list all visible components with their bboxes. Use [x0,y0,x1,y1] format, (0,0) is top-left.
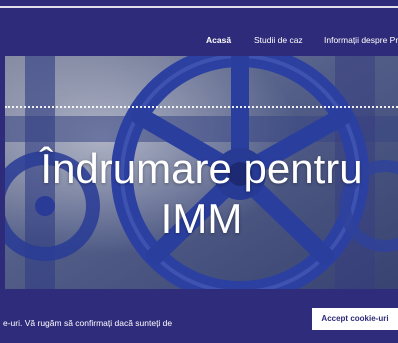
main-navigation: Acasă Studii de caz Informații despre Pr… [0,8,398,56]
hero-title-line1: Îndrumare pentru [40,145,363,192]
cookie-message: e-uri. Vă rugăm să confirmați dacă sunte… [3,318,173,328]
nav-item-studii-de-caz[interactable]: Studii de caz [254,35,303,45]
accept-cookies-button[interactable]: Accept cookie-uri [312,308,398,330]
hero-dotted-line [5,106,398,108]
nav-item-acasa[interactable]: Acasă [206,35,231,45]
hero-title-line2: IMM [160,195,243,242]
page: Acasă Studii de caz Informații despre Pr… [0,0,398,343]
nav-item-informatii[interactable]: Informații despre Pro [324,35,398,45]
hero-title: Îndrumare pentru IMM [5,144,398,244]
hero-banner: Îndrumare pentru IMM [5,56,398,289]
